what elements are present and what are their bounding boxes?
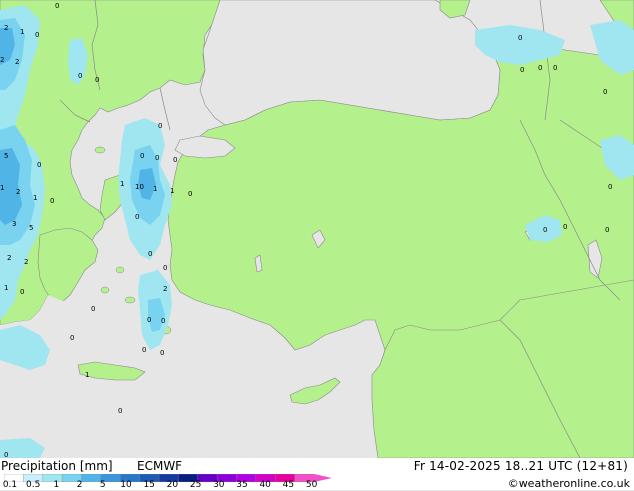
model-name: ECMWF (137, 459, 183, 473)
precip-value: 0 (608, 183, 612, 191)
precip-value: 0 (78, 72, 82, 80)
color-scale-tick: 2 (76, 480, 83, 490)
precip-value: 0 (605, 226, 609, 234)
precip-value: 0 (518, 34, 522, 42)
precip-value: 0 (155, 154, 159, 162)
map-title: Precipitation [mm] (1, 459, 113, 473)
color-scale-tick: 35 (236, 480, 248, 490)
precip-value: 2 (16, 188, 20, 196)
precip-value: 1 (170, 187, 174, 195)
precip-value: 0 (142, 346, 146, 354)
precip-value: 3 (12, 220, 16, 228)
precip-value: 0 (135, 213, 139, 221)
precip-value: 0 (37, 161, 41, 169)
precip-value: 0 (95, 76, 99, 84)
precip-value: 0 (55, 2, 59, 10)
color-scale-tick: 0.1 (2, 480, 18, 490)
precip-value: 1 (120, 180, 124, 188)
precip-value: 0 (160, 349, 164, 357)
color-scale-tick: 50 (305, 480, 318, 490)
precip-value: 5 (29, 224, 33, 232)
precip-value: 1 (85, 371, 89, 379)
precip-value: 1 (153, 185, 157, 193)
precip-value: 0 (91, 305, 95, 313)
precip-value: 0 (4, 451, 8, 458)
color-scale-tick: 25 (189, 480, 202, 490)
precip-value: 0 (563, 223, 567, 231)
precip-value: 1 (0, 184, 4, 192)
precip-value: 2 (7, 254, 11, 262)
precip-value: 2 (15, 58, 19, 66)
precip-value: 0 (188, 190, 192, 198)
precip-value: 0 (50, 197, 54, 205)
color-scale-tick: 20 (166, 480, 179, 490)
precip-value: 2 (24, 258, 28, 266)
precip-value: 0 (148, 250, 152, 258)
precip-value: 0 (140, 152, 144, 160)
precip-value: 2 (0, 56, 4, 64)
precip-value: 0 (538, 64, 542, 72)
map-canvas: 2 1 0 2 2 0 0 0 0 0 0 5 0 1 2 1 0 3 5 2 … (0, 0, 634, 458)
precip-value: 0 (520, 66, 524, 74)
precip-value: 10 (135, 183, 144, 191)
precip-value: 0 (161, 317, 165, 325)
color-scale-tick: 45 (282, 480, 295, 490)
site-credit[interactable]: ©weatheronline.co.uk (508, 477, 630, 491)
precip-value: 0 (543, 226, 547, 234)
precip-value: 0 (173, 156, 177, 164)
precip-value: 0 (70, 334, 74, 342)
color-scale-tick: 5 (99, 480, 106, 490)
precip-value: 0 (553, 64, 557, 72)
color-scale-tick: 10 (120, 480, 132, 490)
precip-value: 0 (20, 288, 24, 296)
precipitation-map: 2 1 0 2 2 0 0 0 0 0 0 5 0 1 2 1 0 3 5 2 … (0, 0, 634, 458)
precip-value: 0 (118, 407, 122, 415)
precip-value: 0 (163, 264, 167, 272)
precip-value: 0 (603, 88, 607, 96)
color-scale-tick: 30 (213, 480, 225, 490)
precip-value: 2 (4, 24, 8, 32)
precip-value: 0 (147, 316, 151, 324)
legend-bar: Precipitation [mm] ECMWF Fr 14-02-2025 1… (0, 458, 634, 490)
precip-value: 1 (20, 28, 24, 36)
precip-value: 1 (4, 284, 8, 292)
precip-value: 1 (33, 194, 37, 202)
color-scale-tick: 15 (143, 480, 155, 490)
color-scale-tick: 1 (53, 480, 60, 490)
color-scale-tick: 0.5 (26, 480, 41, 490)
precip-value: 2 (163, 285, 167, 293)
color-scale-tick: 40 (259, 480, 271, 490)
precip-value: 0 (158, 122, 162, 130)
precip-value: 5 (4, 152, 8, 160)
precip-value: 0 (35, 31, 39, 39)
forecast-date: Fr 14-02-2025 18..21 UTC (12+81) (413, 459, 628, 473)
